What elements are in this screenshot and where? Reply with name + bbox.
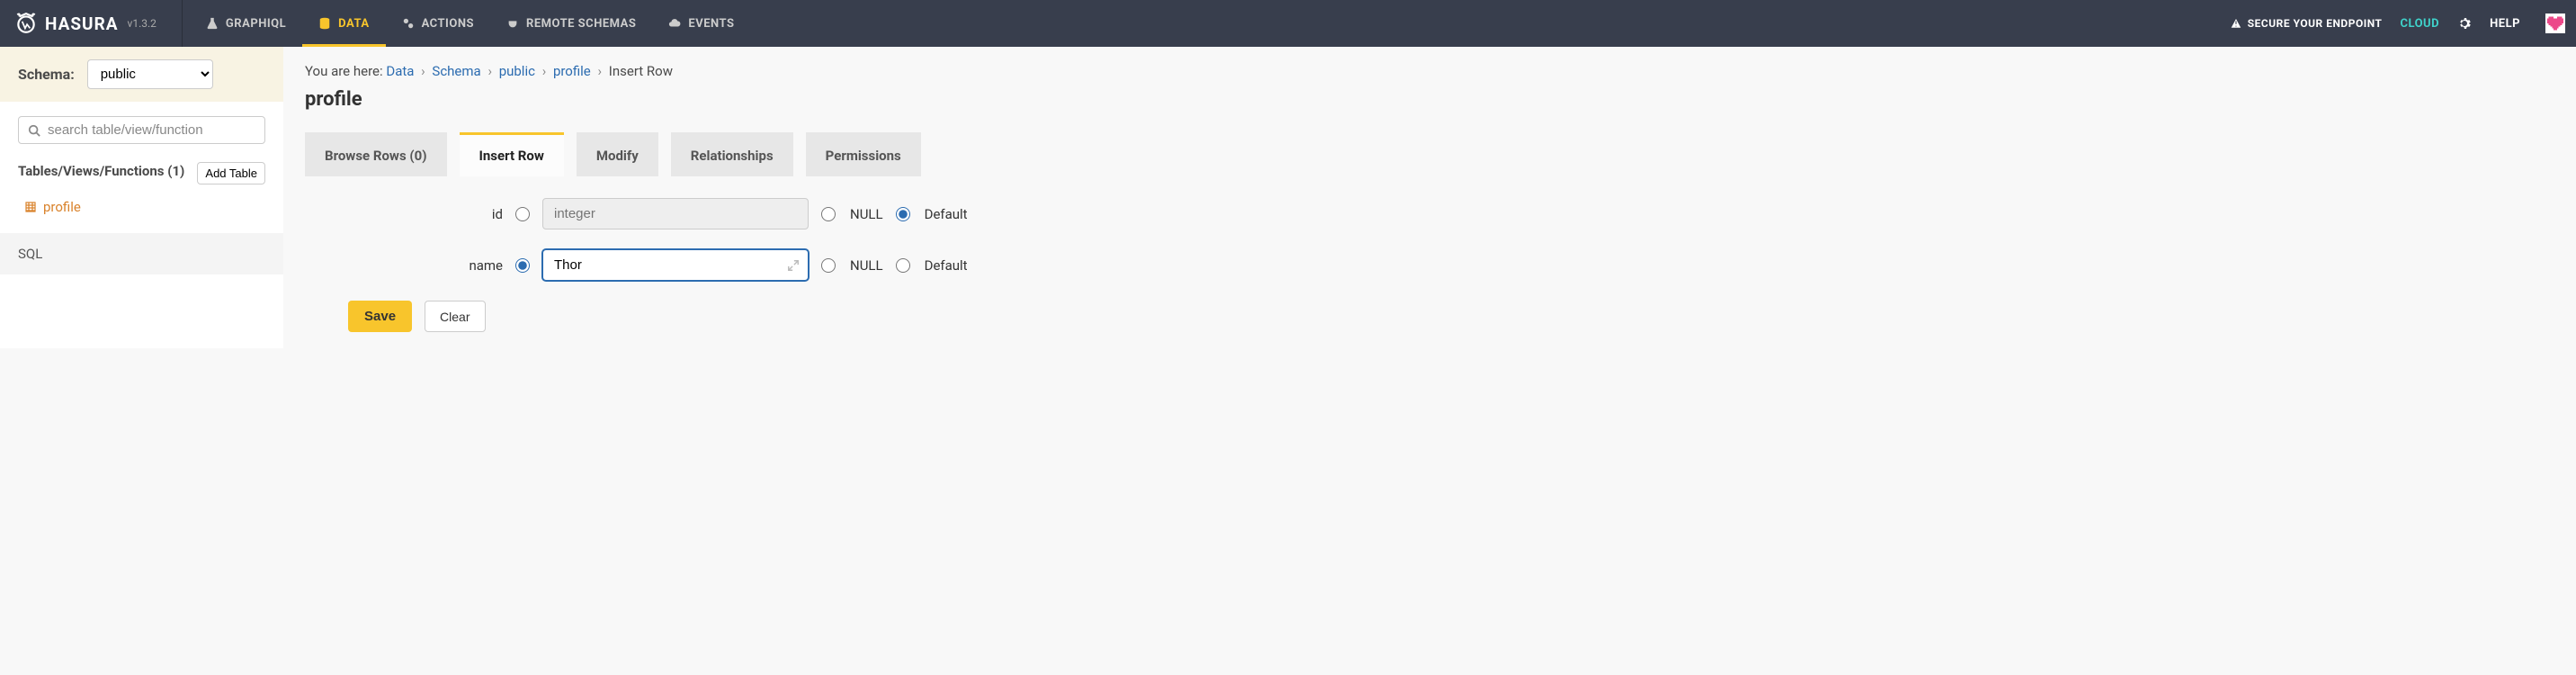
help-link[interactable]: HELP [2490, 17, 2520, 31]
form-actions: Save Clear [348, 301, 2554, 332]
cloud-link[interactable]: CLOUD [2400, 17, 2439, 31]
heart-icon[interactable] [2545, 14, 2565, 33]
warning-icon [2230, 17, 2242, 30]
nav-right: SECURE YOUR ENDPOINT CLOUD HELP [2230, 14, 2562, 33]
brand-version: v1.3.2 [128, 17, 157, 30]
insert-row-form: id NULL Default name NULL [341, 198, 2554, 281]
plug-icon [506, 17, 519, 30]
nav-item-actions[interactable]: ACTIONS [386, 0, 490, 47]
nav-divider [182, 0, 183, 47]
sql-label: SQL [18, 246, 42, 262]
breadcrumb-sep: › [542, 63, 547, 79]
search-input[interactable] [48, 122, 255, 138]
breadcrumb-sep: › [487, 63, 492, 79]
tabs: Browse Rows (0) Insert Row Modify Relati… [305, 132, 2554, 176]
form-row-id: id NULL Default [341, 198, 2554, 230]
radio-value-id[interactable] [515, 207, 530, 221]
search-box[interactable] [18, 116, 265, 144]
sidebar-sql-link[interactable]: SQL [0, 233, 283, 274]
gear-icon[interactable] [2457, 16, 2472, 31]
table-icon [25, 202, 36, 212]
content: You are here: Data › Schema › public › p… [283, 47, 2576, 348]
nav-items: GRAPHIQL DATA ACTIONS REMOTE SCHEMAS EVE… [190, 0, 751, 47]
nav-label: REMOTE SCHEMAS [526, 17, 636, 31]
nav-label: ACTIONS [422, 17, 474, 31]
tables-title: Tables/Views/Functions (1) [18, 162, 184, 181]
breadcrumb-sep: › [421, 63, 425, 79]
breadcrumb: You are here: Data › Schema › public › p… [305, 63, 2554, 79]
default-label: Default [925, 257, 968, 274]
search-icon [28, 124, 40, 137]
schema-bar: Schema: public [0, 47, 283, 102]
sidebar: Schema: public Tables/Views/Functions (1… [0, 47, 283, 348]
tab-relationships[interactable]: Relationships [671, 132, 793, 176]
cloud-icon [668, 17, 681, 30]
input-id [542, 198, 809, 230]
radio-default-id[interactable] [896, 207, 910, 221]
database-icon [318, 17, 331, 30]
nav-label: DATA [338, 17, 369, 31]
sidebar-item-profile[interactable]: profile [18, 194, 265, 220]
secure-label: SECURE YOUR ENDPOINT [2248, 17, 2383, 30]
sidebar-item-label: profile [43, 199, 81, 215]
radio-value-name[interactable] [515, 258, 530, 273]
form-row-name: name NULL Default [341, 249, 2554, 281]
radio-default-name[interactable] [896, 258, 910, 273]
null-label: NULL [850, 206, 883, 222]
nav-item-data[interactable]: DATA [302, 0, 385, 47]
input-name[interactable] [542, 249, 809, 281]
tab-insert-row[interactable]: Insert Row [460, 132, 564, 176]
tab-browse-rows[interactable]: Browse Rows (0) [305, 132, 447, 176]
clear-button[interactable]: Clear [425, 301, 485, 332]
breadcrumb-public[interactable]: public [499, 63, 535, 79]
tab-permissions[interactable]: Permissions [806, 132, 921, 176]
nav-item-events[interactable]: EVENTS [652, 0, 750, 47]
nav-item-graphiql[interactable]: GRAPHIQL [190, 0, 302, 47]
schema-select[interactable]: public [87, 59, 213, 89]
null-label: NULL [850, 257, 883, 274]
radio-null-name[interactable] [821, 258, 836, 273]
add-table-button[interactable]: Add Table [197, 162, 265, 184]
breadcrumb-profile[interactable]: profile [553, 63, 591, 79]
brand[interactable]: HASURA v1.3.2 [14, 12, 157, 35]
breadcrumb-prefix: You are here: [305, 63, 383, 79]
nav-label: GRAPHIQL [226, 17, 286, 31]
breadcrumb-current: Insert Row [609, 63, 673, 79]
brand-name: HASURA [45, 14, 119, 34]
breadcrumb-data[interactable]: Data [386, 63, 414, 79]
save-button[interactable]: Save [348, 301, 412, 332]
radio-null-id[interactable] [821, 207, 836, 221]
field-label: id [341, 206, 503, 222]
field-label: name [341, 257, 503, 274]
nav-item-remote-schemas[interactable]: REMOTE SCHEMAS [490, 0, 652, 47]
schema-label: Schema: [18, 66, 75, 83]
flask-icon [206, 17, 219, 30]
default-label: Default [925, 206, 968, 222]
breadcrumb-sep: › [598, 63, 603, 79]
breadcrumb-schema[interactable]: Schema [432, 63, 480, 79]
tab-modify[interactable]: Modify [577, 132, 658, 176]
expand-icon[interactable] [787, 259, 800, 272]
cogs-icon [402, 17, 415, 30]
secure-endpoint-link[interactable]: SECURE YOUR ENDPOINT [2230, 17, 2383, 30]
page-title: profile [305, 88, 2554, 111]
hasura-logo-icon [14, 12, 38, 35]
top-navbar: HASURA v1.3.2 GRAPHIQL DATA ACTIONS REMO… [0, 0, 2576, 47]
nav-label: EVENTS [688, 17, 734, 31]
